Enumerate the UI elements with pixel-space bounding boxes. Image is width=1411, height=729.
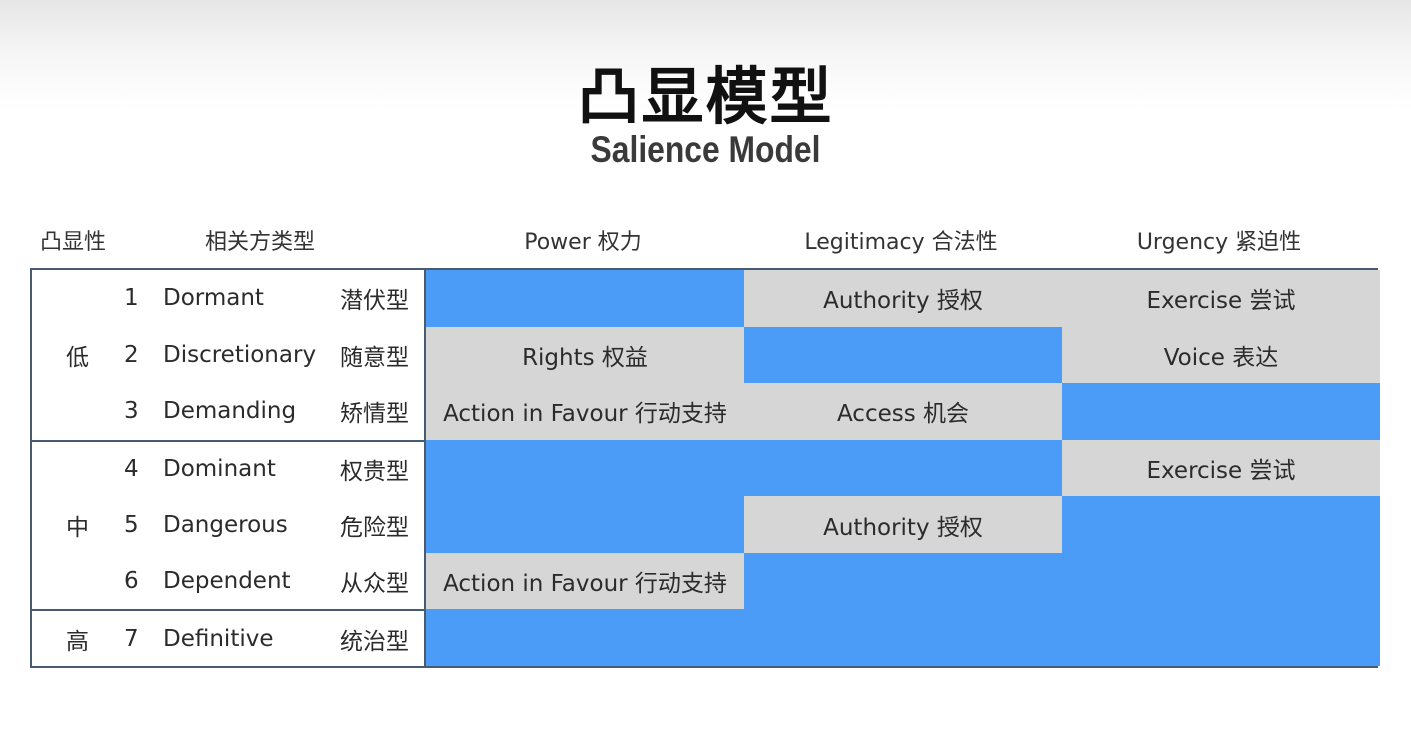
row-type: 统治型 [340,628,409,655]
table-row: 1 Dormant 潜伏型 [32,270,426,327]
row-number: 2 [124,341,139,368]
row-name: Demanding [163,398,297,425]
row-type: 危险型 [340,514,409,541]
urgency-cell: Voice 表达 [1062,326,1380,384]
header-power: Power 权力 [524,230,642,255]
row-type: 矫情型 [340,401,409,428]
row-number: 1 [124,285,139,312]
row-number: 3 [124,398,139,425]
urgency-cell [1062,496,1380,553]
power-cell: Rights 权益 [426,326,744,384]
legitimacy-cell: Authority 授权 [744,270,1062,327]
title-chinese: 凸显模型 [577,60,834,133]
row-number: 4 [124,455,139,482]
legitimacy-cell [744,552,1062,610]
legitimacy-cell [744,439,1062,497]
row-number: 5 [124,511,139,538]
header-legitimacy: Legitimacy 合法性 [804,230,998,255]
row-number: 7 [124,625,139,652]
legitimacy-cell [744,609,1062,666]
legitimacy-cell [744,326,1062,384]
table-row: 低 2 Discretionary 随意型 [32,326,426,384]
urgency-cell: Exercise 尝试 [1062,270,1380,327]
header-salience: 凸显性 [40,230,107,255]
power-cell [426,270,744,327]
power-cell: Action in Favour 行动支持 [426,552,744,610]
table-row: 4 Dominant 权贵型 [32,439,426,497]
urgency-cell [1062,383,1380,440]
row-name: Discretionary [163,341,317,368]
legitimacy-cell: Authority 授权 [744,496,1062,553]
row-type: 权贵型 [340,458,409,485]
row-type: 随意型 [340,344,409,371]
level-high: 高 [66,628,89,655]
level-mid: 中 [66,514,89,541]
row-name: Dominant [163,455,276,482]
urgency-cell: Exercise 尝试 [1062,439,1380,497]
row-number: 6 [124,568,139,595]
power-cell [426,496,744,553]
level-low: 低 [66,344,89,371]
power-cell [426,439,744,497]
table-row: 6 Dependent 从众型 [32,552,426,610]
table-row: 3 Demanding 矫情型 [32,383,426,440]
power-cell: Action in Favour 行动支持 [426,383,744,440]
row-type: 从众型 [340,571,409,598]
header-stakeholder-type: 相关方类型 [205,230,316,255]
row-type: 潜伏型 [340,288,409,315]
header-urgency: Urgency 紧迫性 [1136,230,1302,255]
power-cell [426,609,744,666]
legitimacy-cell: Access 机会 [744,383,1062,440]
salience-table: 1 Dormant 潜伏型 Authority 授权 Exercise 尝试 低… [30,268,1380,668]
row-name: Dependent [163,568,291,595]
row-name: Definitive [163,625,274,652]
row-name: Dormant [163,285,264,312]
row-name: Dangerous [163,511,288,538]
title-english: Salience Model [590,129,821,170]
table-row: 中 5 Dangerous 危险型 [32,496,426,553]
urgency-cell [1062,552,1380,610]
table-row: 高 7 Definitive 统治型 [32,609,426,666]
urgency-cell [1062,609,1380,666]
